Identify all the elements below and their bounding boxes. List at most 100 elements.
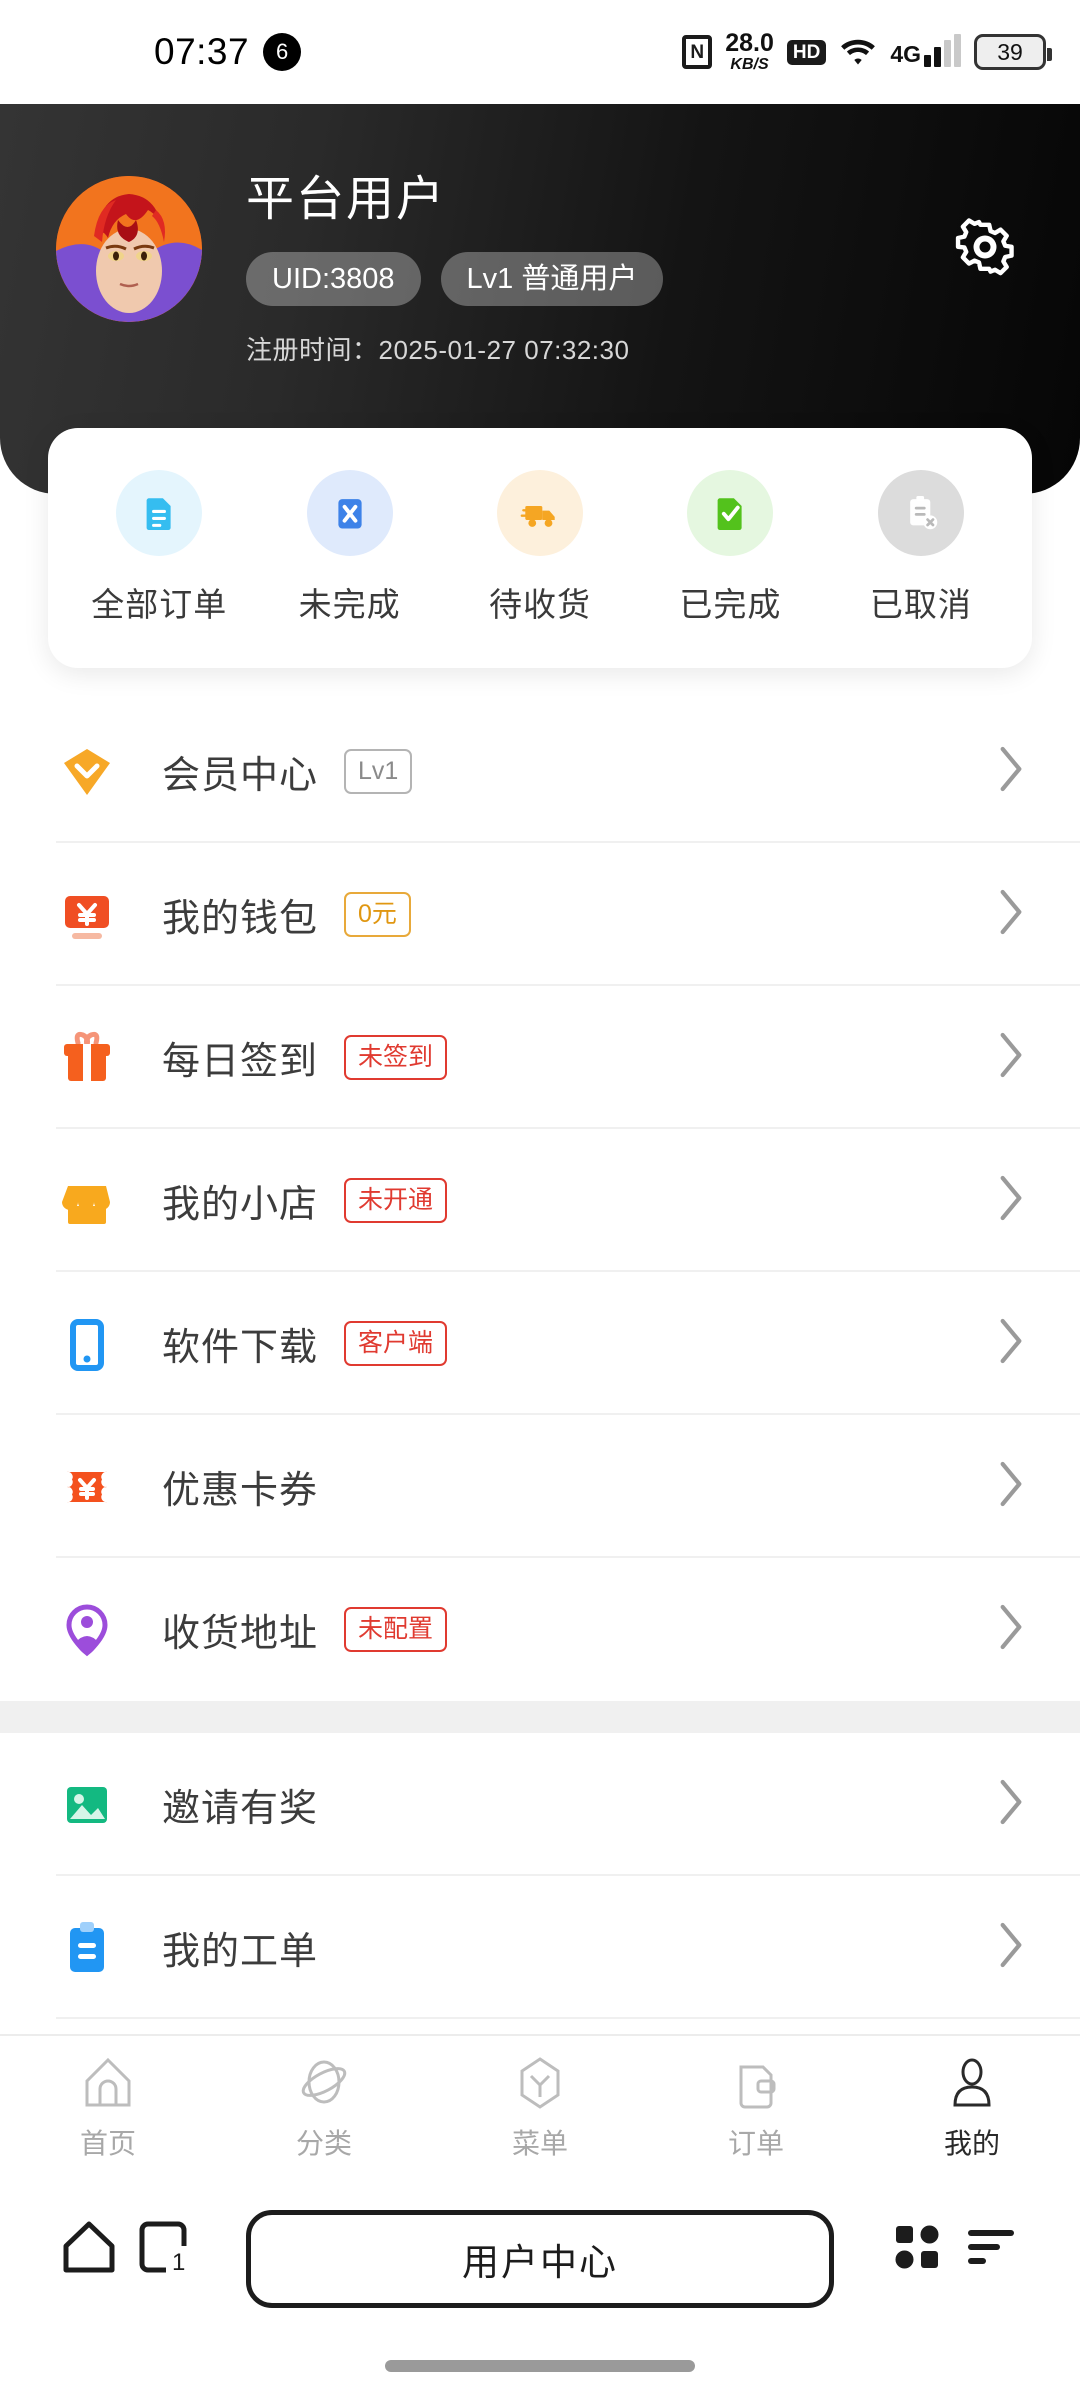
clipboard-icon xyxy=(56,1917,118,1979)
order-status-card: 全部订单 未完成 待收货 已完成 已取消 xyxy=(48,428,1032,668)
browser-tabs-icon[interactable]: 1 xyxy=(126,2210,200,2284)
menu-item-label: 优惠卡券 xyxy=(162,1470,319,1512)
tab-label: 订单 xyxy=(727,2127,784,2159)
menu-item-我的工单[interactable]: 我的工单 xyxy=(0,1876,1080,2019)
avatar[interactable] xyxy=(56,176,202,322)
battery-icon: 39 xyxy=(974,34,1052,70)
network-speed-indicator: 28.0 KB/S xyxy=(725,31,774,73)
chevron-right-icon xyxy=(996,1316,1026,1371)
planet-icon xyxy=(296,2055,352,2111)
tab-label: 我的 xyxy=(943,2127,1000,2159)
battery-percent: 39 xyxy=(997,38,1023,65)
menu-item-label: 我的钱包 xyxy=(162,898,319,940)
menu-item-tag: 客户端 xyxy=(344,1321,448,1366)
menu-item-我的钱包[interactable]: 我的钱包 0元 xyxy=(0,843,1080,986)
cancel-doc-icon xyxy=(306,470,393,556)
menu-item-label: 软件下载 xyxy=(162,1327,319,1369)
menu-item-tag: 未签到 xyxy=(344,1035,448,1080)
gift-icon xyxy=(56,1027,118,1089)
nfc-icon: N xyxy=(682,35,713,69)
menu-item-tag: 未配置 xyxy=(344,1607,448,1652)
status-time: 07:37 xyxy=(154,31,250,72)
menu-item-我的小店[interactable]: 我的小店 未开通 xyxy=(0,1129,1080,1272)
tab-我的[interactable]: 我的 xyxy=(864,2055,1080,2162)
menu-item-label: 收货地址 xyxy=(162,1613,319,1655)
coupon-icon xyxy=(56,1456,118,1518)
tab-订单[interactable]: 订单 xyxy=(648,2055,864,2162)
order-status-label: 未完成 xyxy=(298,586,401,623)
status-bar-right: N 28.0 KB/S HD 4G 39 xyxy=(682,31,1052,73)
chevron-right-icon xyxy=(996,1173,1026,1228)
tab-分类[interactable]: 分类 xyxy=(216,2055,432,2162)
network-speed-unit: KB/S xyxy=(730,56,769,73)
tab-首页[interactable]: 首页 xyxy=(0,2055,216,2162)
hd-icon: HD xyxy=(786,39,827,65)
bottom-tab-bar: 首页 分类 菜单 订单 我的 xyxy=(0,2034,1080,2180)
profile-info: 平台用户 UID:3808 Lv1 普通用户 注册时间：2025-01-27 0… xyxy=(246,173,664,367)
tab-label: 首页 xyxy=(79,2127,136,2159)
order-status-3[interactable]: 待收货 xyxy=(445,470,635,626)
hamburger-menu-icon[interactable] xyxy=(954,2210,1028,2284)
menu-item-邀请有奖[interactable]: 邀请有奖 xyxy=(0,1733,1080,1876)
menu-item-tag: 0元 xyxy=(344,892,411,937)
menu-list: 会员中心 Lv1 我的钱包 0元 每日签到 未签到 我的小店 未开通 软件下载 客户端 优惠卡券 收货… xyxy=(0,700,1080,2019)
register-time-row: 注册时间：2025-01-27 07:32:30 xyxy=(246,330,663,367)
order-status-label: 已取消 xyxy=(869,586,972,623)
section-divider xyxy=(0,1701,1080,1733)
menu-item-tag: Lv1 xyxy=(344,749,413,794)
order-icon xyxy=(728,2055,784,2111)
menu-item-收货地址[interactable]: 收货地址 未配置 xyxy=(0,1558,1080,1701)
notification-count-badge: 6 xyxy=(263,33,302,71)
svg-text:1: 1 xyxy=(172,2249,185,2276)
chevron-right-icon xyxy=(996,1459,1026,1514)
order-status-1[interactable]: 全部订单 xyxy=(64,470,254,626)
menu-item-tag: 未开通 xyxy=(344,1178,448,1223)
chevron-right-icon xyxy=(996,1777,1026,1832)
phone-icon xyxy=(56,1313,118,1375)
chevron-right-icon xyxy=(996,887,1026,942)
chevron-right-icon xyxy=(996,744,1026,799)
wifi-icon xyxy=(839,37,877,67)
menu-item-会员中心[interactable]: 会员中心 Lv1 xyxy=(0,700,1080,843)
order-status-5[interactable]: 已取消 xyxy=(826,470,1016,626)
order-status-label: 已完成 xyxy=(679,586,782,623)
menu-item-label: 每日签到 xyxy=(162,1041,319,1083)
diamond-icon xyxy=(56,741,118,803)
apps-grid-icon[interactable] xyxy=(880,2210,954,2284)
url-bar[interactable]: 用户中心 xyxy=(246,2210,834,2308)
status-bar-left: 07:37 6 xyxy=(154,31,302,73)
person-icon xyxy=(944,2055,1000,2111)
order-status-4[interactable]: 已完成 xyxy=(635,470,825,626)
check-doc-icon xyxy=(687,470,774,556)
chevron-right-icon xyxy=(996,1920,1026,1975)
chevron-right-icon xyxy=(996,1030,1026,1085)
home-icon xyxy=(80,2055,136,2111)
menu-item-优惠卡券[interactable]: 优惠卡券 xyxy=(0,1415,1080,1558)
gear-icon[interactable] xyxy=(954,216,1016,278)
network-speed-value: 28.0 xyxy=(725,29,774,57)
tab-菜单[interactable]: 菜单 xyxy=(432,2055,648,2162)
uid-chip: UID:3808 xyxy=(246,252,421,307)
url-title: 用户中心 xyxy=(462,2242,618,2283)
network-type-label: 4G xyxy=(890,41,921,67)
menu-item-软件下载[interactable]: 软件下载 客户端 xyxy=(0,1272,1080,1415)
menu-item-每日签到[interactable]: 每日签到 未签到 xyxy=(0,986,1080,1129)
menu-item-label: 邀请有奖 xyxy=(162,1788,319,1830)
menu-item-label: 我的小店 xyxy=(162,1184,319,1226)
document-icon xyxy=(116,470,203,556)
menu-item-label: 会员中心 xyxy=(162,755,319,797)
wallet-icon xyxy=(56,884,118,946)
menu-item-label: 我的工单 xyxy=(162,1931,319,1973)
user-name: 平台用户 xyxy=(246,173,447,226)
shop-icon xyxy=(56,1170,118,1232)
order-status-2[interactable]: 未完成 xyxy=(254,470,444,626)
register-time-label: 注册时间： xyxy=(246,335,379,366)
browser-home-icon[interactable] xyxy=(52,2210,126,2284)
browser-toolbar: 1 用户中心 xyxy=(0,2180,1080,2400)
chevron-right-icon xyxy=(996,1602,1026,1657)
profile-chips: UID:3808 Lv1 普通用户 xyxy=(246,252,664,307)
cellular-signal-indicator: 4G xyxy=(890,34,961,67)
truck-icon xyxy=(497,470,584,556)
order-status-label: 全部订单 xyxy=(91,586,228,623)
status-bar: 07:37 6 N 28.0 KB/S HD 4G 39 xyxy=(0,0,1080,104)
